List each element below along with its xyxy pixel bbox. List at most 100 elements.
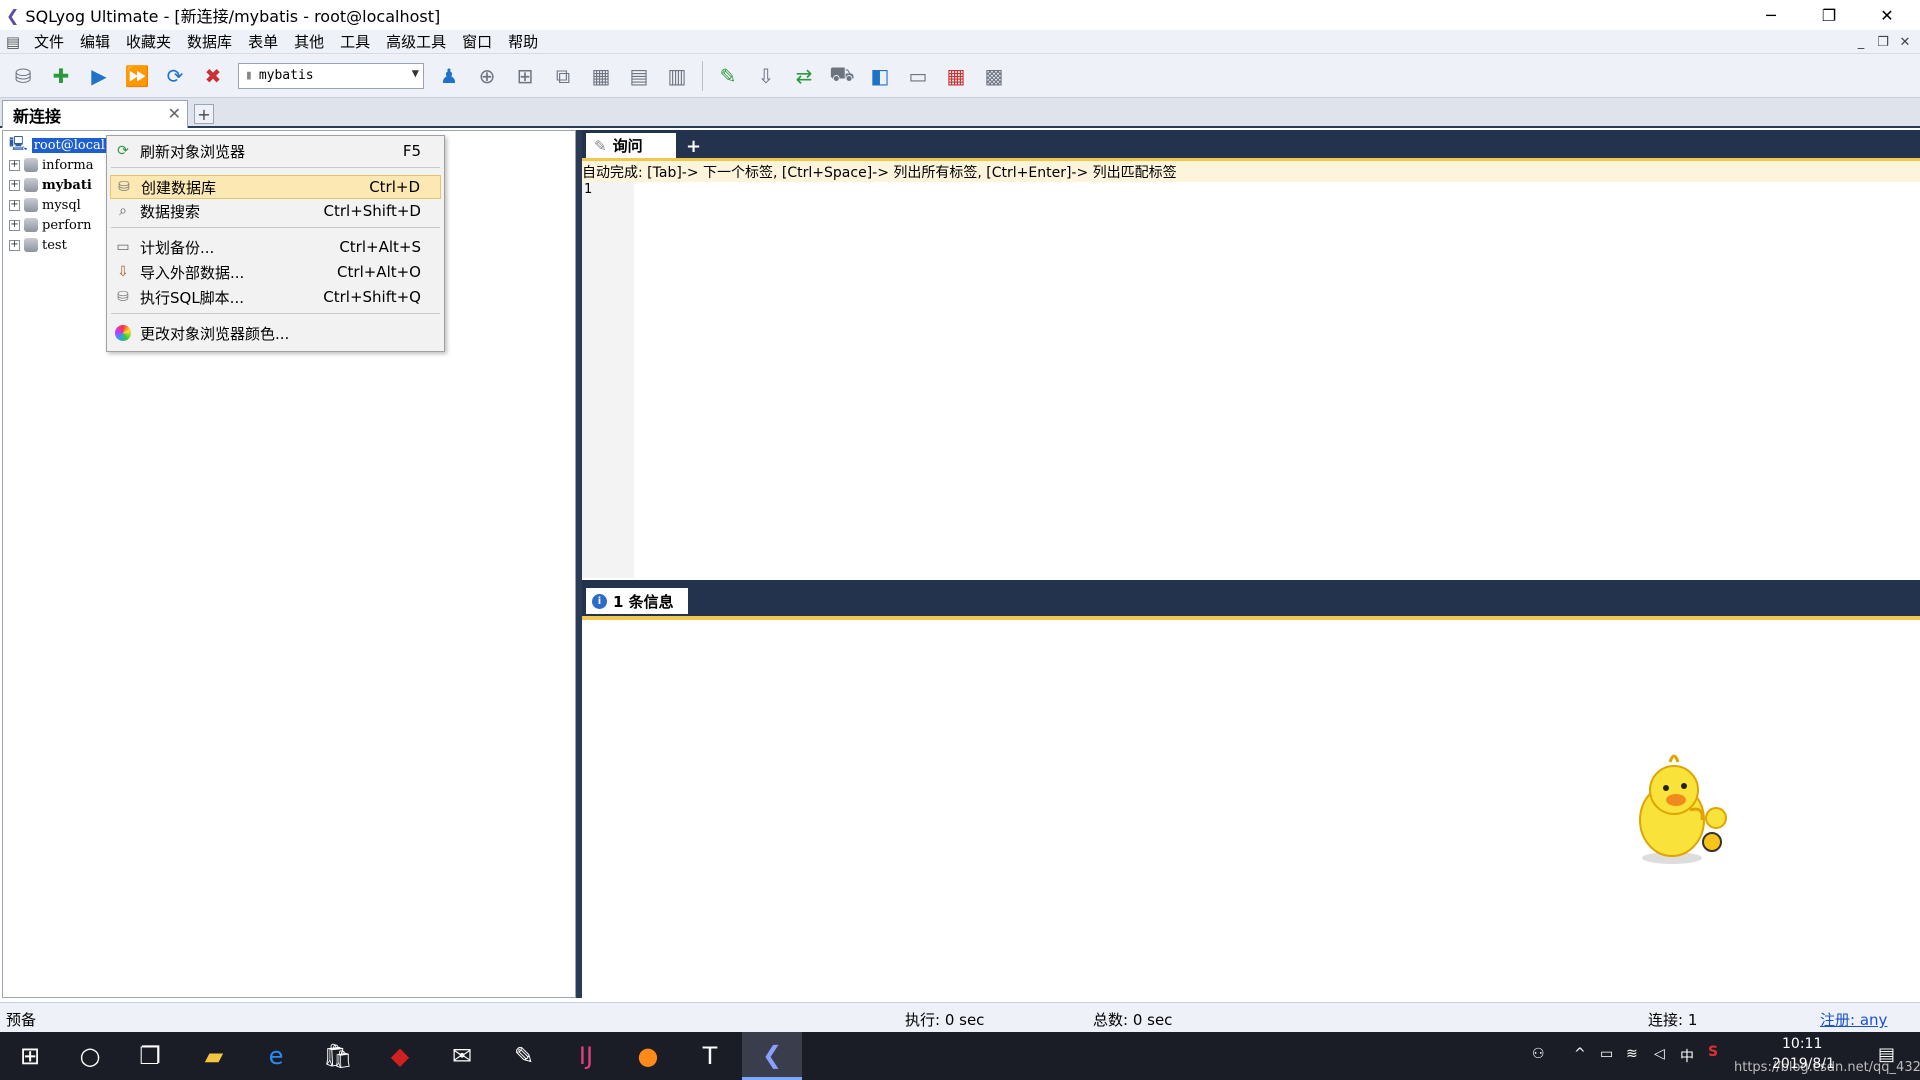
tree-item[interactable]: + test	[9, 235, 107, 255]
chevron-up-icon[interactable]: ^	[1574, 1046, 1586, 1062]
task-view-icon[interactable]: ❐	[120, 1032, 180, 1080]
connect-icon[interactable]: ⛁	[6, 59, 40, 93]
wifi-icon[interactable]: ≋	[1626, 1046, 1638, 1062]
tab-query[interactable]: ✎ 询问	[586, 133, 676, 158]
tree-item[interactable]: + mysql	[9, 195, 107, 215]
menu-help[interactable]: 帮助	[500, 31, 546, 52]
restore-button[interactable]: ❐	[1800, 0, 1858, 30]
expand-icon[interactable]: +	[9, 159, 20, 171]
battery-icon[interactable]: ▭	[1600, 1046, 1613, 1062]
menu-item-label: 更改对象浏览器颜色...	[140, 324, 290, 343]
tree-item[interactable]: + perforn	[9, 215, 107, 235]
menu-database[interactable]: 数据库	[179, 31, 240, 52]
windows-taskbar: ⊞ ○ ❐ ▰ e 🛍 ◆ ✉ ✎ IJ ● T ❮ ⚇ ^ ▭ ≋ ◁ 中 S…	[0, 1032, 1920, 1080]
add-query-tab-button[interactable]: +	[686, 136, 701, 157]
search-icon[interactable]: ○	[60, 1032, 120, 1080]
tree-item-label: mysql	[42, 197, 81, 213]
app-red-icon[interactable]: ◆	[370, 1032, 430, 1080]
layout-icon[interactable]: ▩	[977, 59, 1011, 93]
refresh-icon: ⟳	[117, 143, 129, 159]
edge-icon[interactable]: e	[246, 1032, 306, 1080]
table-design-icon[interactable]: ▥	[660, 59, 694, 93]
menu-edit[interactable]: 编辑	[72, 31, 118, 52]
menu-separator	[111, 167, 440, 168]
tab-new-connection[interactable]: 新连接 ✕	[2, 100, 188, 128]
mdi-minimize-button[interactable]: _	[1850, 30, 1872, 54]
minimize-button[interactable]: ─	[1742, 0, 1800, 30]
notepad-icon[interactable]: ✎	[494, 1032, 554, 1080]
sqlyog-taskbar-icon[interactable]: ❮	[742, 1032, 802, 1080]
report-icon[interactable]: ▦	[939, 59, 973, 93]
table-data-icon[interactable]: ▤	[622, 59, 656, 93]
refresh-icon[interactable]: ⟳	[158, 59, 192, 93]
store-icon[interactable]: 🛍	[308, 1032, 368, 1080]
query-icon: ✎	[594, 136, 607, 155]
menu-separator	[111, 227, 440, 228]
tab-messages[interactable]: i 1 条信息	[586, 588, 688, 614]
notification-icon[interactable]: ▤	[1878, 1044, 1895, 1065]
mail-icon[interactable]: ✉	[432, 1032, 492, 1080]
menu-window[interactable]: 窗口	[454, 31, 500, 52]
tree-root[interactable]: 🖳 root@local	[9, 135, 107, 155]
mdi-close-button[interactable]: ✕	[1894, 30, 1916, 54]
ime-indicator[interactable]: 中	[1680, 1046, 1694, 1066]
import-icon: ⇩	[117, 264, 129, 280]
menu-item-import-external[interactable]: ⇩ 导入外部数据... Ctrl+Alt+O	[110, 260, 441, 284]
register-link[interactable]: 注册: any	[1820, 1009, 1887, 1030]
sql-editor[interactable]: 1	[582, 182, 1920, 578]
menu-item-change-browser-color[interactable]: 更改对象浏览器颜色...	[110, 321, 441, 345]
new-connection-icon[interactable]: ✚	[44, 59, 78, 93]
menu-item-execute-sql-script[interactable]: ⛁ 执行SQL脚本... Ctrl+Shift+Q	[110, 285, 441, 309]
close-button[interactable]: ✕	[1858, 0, 1916, 30]
data-sync-icon[interactable]: ⇄	[787, 59, 821, 93]
stop-icon[interactable]: ✖	[196, 59, 230, 93]
schema-designer-icon[interactable]: ▭	[901, 59, 935, 93]
intellij-icon[interactable]: IJ	[556, 1032, 616, 1080]
expand-icon[interactable]: +	[9, 199, 20, 211]
clock-time[interactable]: 10:11	[1782, 1036, 1822, 1052]
add-db-icon[interactable]: ⊕	[470, 59, 504, 93]
expand-icon[interactable]: +	[9, 219, 20, 231]
doc-icon[interactable]: ▤	[0, 33, 26, 51]
import-icon[interactable]: ⇩	[749, 59, 783, 93]
backup-icon[interactable]: ⧉	[546, 59, 580, 93]
query-builder-icon[interactable]: ◧	[863, 59, 897, 93]
firefox-icon[interactable]: ●	[618, 1032, 678, 1080]
expand-icon[interactable]: +	[9, 179, 20, 191]
menu-table[interactable]: 表单	[240, 31, 286, 52]
close-icon[interactable]: ✕	[168, 104, 181, 123]
menu-other[interactable]: 其他	[286, 31, 332, 52]
toolbar-separator	[702, 60, 703, 91]
menu-file[interactable]: 文件	[26, 31, 72, 52]
menu-item-create-database[interactable]: ⛁ 创建数据库 Ctrl+D	[110, 175, 441, 199]
chevron-down-icon: ▼	[411, 65, 419, 80]
volume-icon[interactable]: ◁	[1654, 1046, 1665, 1062]
tree-item[interactable]: + mybati	[9, 175, 107, 195]
start-icon[interactable]: ⊞	[0, 1032, 60, 1080]
menu-item-schedule-backup[interactable]: ▭ 计划备份... Ctrl+Alt+S	[110, 235, 441, 259]
typora-icon[interactable]: T	[680, 1032, 740, 1080]
clock-date[interactable]: 2019/8/1	[1772, 1056, 1835, 1072]
database-icon	[24, 198, 38, 212]
migration-icon[interactable]: ⛟	[825, 59, 859, 93]
menu-item-data-search[interactable]: ⌕ 数据搜索 Ctrl+Shift+D	[110, 199, 441, 223]
tree-item[interactable]: + informa	[9, 155, 107, 175]
people-icon[interactable]: ⚇	[1532, 1046, 1545, 1062]
expand-icon[interactable]: +	[9, 239, 20, 251]
database-select[interactable]: ▮ mybatis ▼	[238, 62, 424, 89]
user-manager-icon[interactable]: ♟	[432, 59, 466, 93]
copy-db-icon[interactable]: ⊞	[508, 59, 542, 93]
mdi-restore-button[interactable]: ❐	[1872, 30, 1894, 54]
menu-advanced-tools[interactable]: 高级工具	[378, 31, 454, 52]
execute-all-icon[interactable]: ⏩	[120, 59, 154, 93]
menu-favorites[interactable]: 收藏夹	[118, 31, 179, 52]
execute-query-icon[interactable]: ▶	[82, 59, 116, 93]
file-explorer-icon[interactable]: ▰	[184, 1032, 244, 1080]
menu-tools[interactable]: 工具	[332, 31, 378, 52]
sogou-icon[interactable]: S	[1708, 1044, 1718, 1060]
schema-sync-icon[interactable]: ✎	[711, 59, 745, 93]
line-number: 1	[584, 182, 593, 197]
table-icon[interactable]: ▦	[584, 59, 618, 93]
add-tab-button[interactable]: +	[194, 104, 214, 124]
menu-item-refresh[interactable]: ⟳ 刷新对象浏览器 F5	[110, 139, 441, 163]
